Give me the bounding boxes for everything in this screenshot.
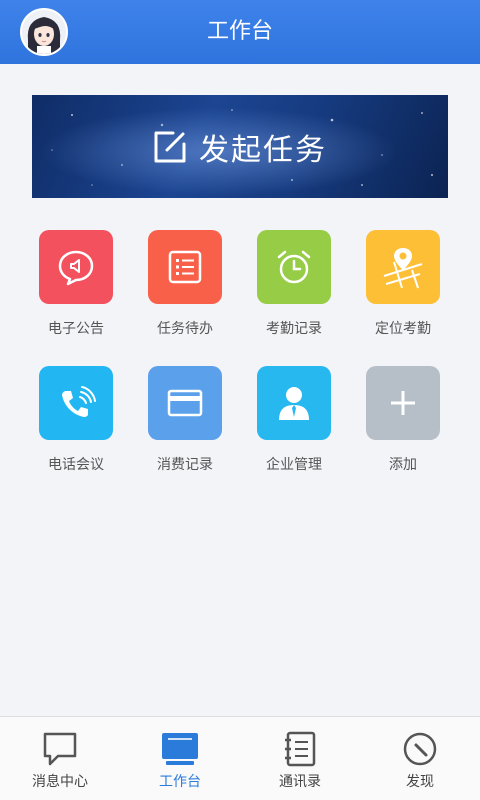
tile-pending-tasks[interactable]: 任务待办 [130, 230, 240, 360]
nav-label: 工作台 [159, 774, 201, 790]
map-pin-icon [366, 230, 440, 304]
compass-icon [403, 732, 437, 766]
bottom-nav: 消息中心 工作台 通讯录 发现 [0, 716, 480, 800]
nav-label: 消息中心 [32, 774, 88, 790]
tile-label: 电话会议 [48, 457, 104, 473]
nav-item-workbench[interactable]: 工作台 [120, 717, 240, 800]
tile-label: 添加 [389, 457, 417, 473]
tile-label: 定位考勤 [375, 321, 431, 337]
nav-item-discover[interactable]: 发现 [360, 717, 480, 800]
list-icon [148, 230, 222, 304]
page-title: 工作台 [206, 19, 273, 44]
header-bar: 工作台 [0, 0, 480, 64]
tile-label: 企业管理 [266, 457, 322, 473]
user-icon [257, 366, 331, 440]
chat-bubble-icon [43, 732, 77, 766]
card-icon [148, 366, 222, 440]
nav-label: 发现 [406, 774, 434, 790]
phone-icon [39, 366, 113, 440]
tile-attendance-records[interactable]: 考勤记录 [239, 230, 349, 360]
alarm-clock-icon [257, 230, 331, 304]
tile-phone-conference[interactable]: 电话会议 [21, 366, 131, 496]
nav-label: 通讯录 [279, 774, 321, 790]
create-task-banner[interactable]: 发起任务 [32, 95, 448, 198]
tile-electronic-notice[interactable]: 电子公告 [21, 230, 131, 360]
tile-label: 考勤记录 [266, 321, 322, 337]
tile-location-attendance[interactable]: 定位考勤 [348, 230, 458, 360]
tile-label: 消费记录 [157, 457, 213, 473]
tile-enterprise-management[interactable]: 企业管理 [239, 366, 349, 496]
tile-consumption-records[interactable]: 消费记录 [130, 366, 240, 496]
plus-icon [366, 366, 440, 440]
monitor-icon [162, 733, 198, 765]
tile-add[interactable]: 添加 [348, 366, 458, 496]
tile-label: 任务待办 [157, 321, 213, 337]
tile-label: 电子公告 [48, 321, 104, 337]
megaphone-icon [39, 230, 113, 304]
banner-label: 发起任务 [199, 132, 327, 168]
nav-item-contacts[interactable]: 通讯录 [240, 717, 360, 800]
nav-item-messages[interactable]: 消息中心 [0, 717, 120, 800]
contacts-book-icon [285, 731, 316, 767]
app: 工作台 发起任务 电子公告 任务待办 考勤记录 定位考勤 电话会议 消费记录 企… [0, 0, 480, 800]
edit-icon [154, 131, 186, 162]
